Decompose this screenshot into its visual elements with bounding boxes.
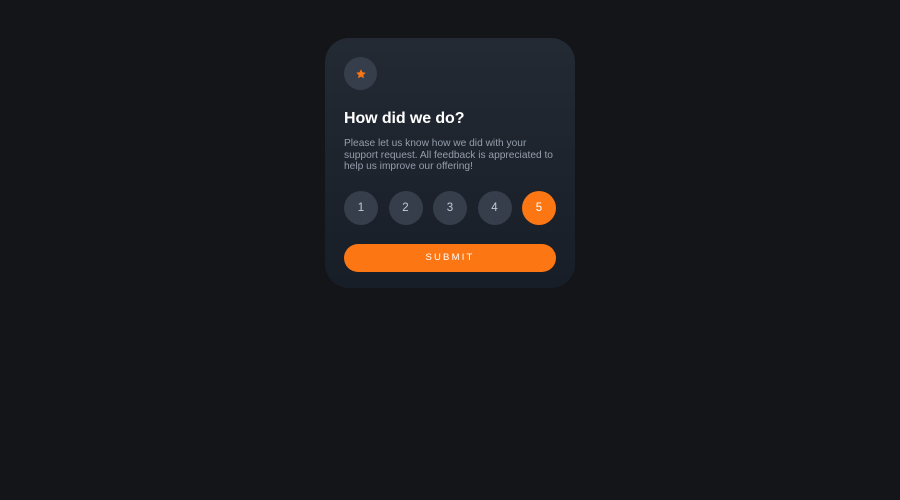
rating-option-3[interactable]: 3 (433, 190, 467, 225)
card-title: How did we do? (344, 110, 465, 127)
star-icon (355, 68, 366, 78)
rating-card: How did we do? Please let us know how we… (325, 38, 575, 288)
rating-option-1[interactable]: 1 (344, 190, 378, 225)
rating-option-4[interactable]: 4 (477, 190, 512, 225)
rating-option-5[interactable]: 5 (522, 190, 556, 225)
page: How did we do? Please let us know how we… (0, 0, 900, 500)
star-badge (344, 57, 377, 90)
submit-button[interactable]: SUBMIT (344, 243, 556, 272)
rating-options: 1 2 3 4 5 (344, 190, 556, 225)
rating-option-2[interactable]: 2 (388, 190, 423, 225)
card-description: Please let us know how we did with your … (344, 138, 553, 172)
